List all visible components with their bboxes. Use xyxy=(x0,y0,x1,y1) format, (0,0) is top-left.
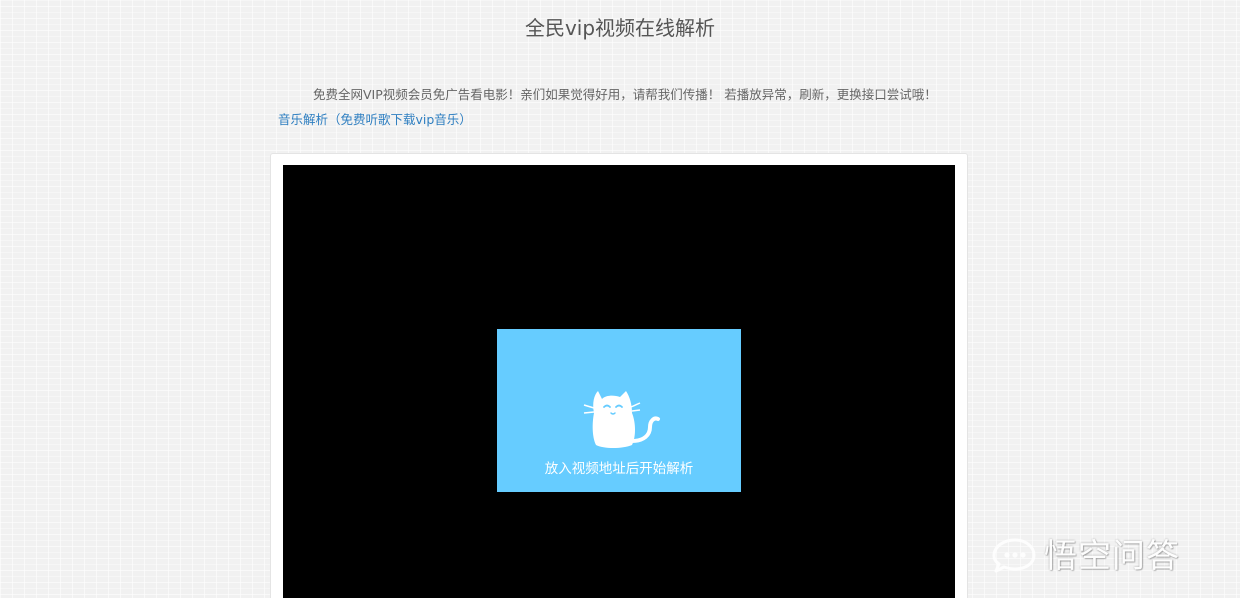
cat-icon xyxy=(583,391,660,448)
page-title: 全民vip视频在线解析 xyxy=(524,16,716,40)
player-placeholder: 放入视频地址后开始解析 xyxy=(497,329,741,492)
watermark-text: 悟空问答 xyxy=(1044,536,1180,575)
watermark: 悟空问答 xyxy=(988,533,1180,579)
music-parse-link[interactable]: 音乐解析（免费听歌下载vip音乐） xyxy=(278,111,472,129)
speech-bubble-icon xyxy=(992,538,1036,573)
placeholder-hint: 放入视频地址后开始解析 xyxy=(544,461,694,477)
intro-notice: 免费全网VIP视频会员免广告看电影！亲们如果觉得好用，请帮我们传播！ 若播放异常… xyxy=(313,87,937,102)
